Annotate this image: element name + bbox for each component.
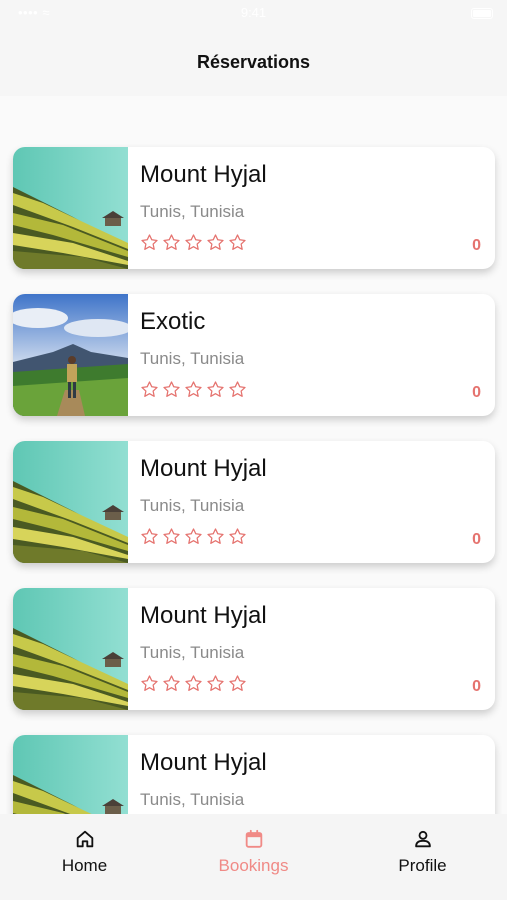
rating-count: 0 — [472, 384, 481, 401]
status-time: 9:41 — [240, 5, 267, 20]
star-icon[interactable] — [162, 233, 181, 252]
page-title: Réservations — [196, 51, 311, 72]
card-location: Tunis, Tunisia — [140, 643, 245, 662]
card-title: Mount Hyjal — [140, 161, 267, 188]
rating-stars[interactable] — [140, 527, 247, 546]
star-icon[interactable] — [206, 674, 225, 693]
rating-count: 0 — [472, 237, 481, 254]
rating-count: 0 — [472, 678, 481, 695]
home-icon — [76, 830, 93, 848]
star-icon[interactable] — [140, 674, 159, 693]
reservation-card[interactable]: Mount Hyjal Tunis, Tunisia 0 — [13, 441, 495, 563]
star-icon[interactable] — [162, 527, 181, 546]
person-icon — [414, 830, 431, 848]
hiker-mountain-image — [13, 294, 128, 416]
card-location: Tunis, Tunisia — [140, 496, 245, 515]
star-icon[interactable] — [206, 380, 225, 399]
rice-terraces-image — [13, 441, 128, 563]
star-icon[interactable] — [228, 527, 247, 546]
tab-label: Bookings — [218, 856, 289, 875]
card-location: Tunis, Tunisia — [140, 349, 245, 368]
reservation-card[interactable]: Mount Hyjal Tunis, Tunisia 0 — [13, 147, 495, 269]
reservation-card[interactable]: Mount Hyjal Tunis, Tunisia 0 — [13, 735, 495, 814]
tab-profile[interactable]: Profile — [338, 814, 507, 900]
star-icon[interactable] — [184, 527, 203, 546]
rice-terraces-image — [13, 588, 128, 710]
star-icon[interactable] — [184, 674, 203, 693]
rice-terraces-image — [13, 147, 128, 269]
card-title: Mount Hyjal — [140, 455, 267, 482]
star-icon[interactable] — [206, 233, 225, 252]
header: Réservations — [0, 28, 507, 96]
card-title: Mount Hyjal — [140, 749, 267, 776]
card-location: Tunis, Tunisia — [140, 202, 245, 221]
bottom-tab-bar: Home Bookings Profile — [0, 814, 507, 900]
reservation-card[interactable]: Mount Hyjal Tunis, Tunisia 0 — [13, 588, 495, 710]
star-icon[interactable] — [140, 233, 159, 252]
rating-stars[interactable] — [140, 380, 247, 399]
star-icon[interactable] — [140, 527, 159, 546]
reservation-card[interactable]: Exotic Tunis, Tunisia 0 — [13, 294, 495, 416]
tab-label: Home — [61, 856, 108, 875]
star-icon[interactable] — [162, 674, 181, 693]
star-icon[interactable] — [162, 380, 181, 399]
reservation-list[interactable]: Mount Hyjal Tunis, Tunisia 0 Exotic Tuni… — [0, 96, 507, 814]
star-icon[interactable] — [184, 233, 203, 252]
star-icon[interactable] — [140, 380, 159, 399]
card-title: Mount Hyjal — [140, 602, 267, 629]
rating-count: 0 — [472, 531, 481, 548]
status-bar: •••• ≈ 9:41 — [0, 0, 507, 28]
battery-icon — [471, 8, 493, 19]
star-icon[interactable] — [184, 380, 203, 399]
star-icon[interactable] — [228, 674, 247, 693]
tab-label: Profile — [398, 856, 447, 875]
rating-stars[interactable] — [140, 674, 247, 693]
star-icon[interactable] — [206, 527, 225, 546]
tab-home[interactable]: Home — [0, 814, 169, 900]
calendar-icon — [245, 829, 262, 848]
rating-stars[interactable] — [140, 233, 247, 252]
star-icon[interactable] — [228, 380, 247, 399]
card-location: Tunis, Tunisia — [140, 790, 245, 809]
tab-bookings[interactable]: Bookings — [169, 814, 338, 900]
rice-terraces-image — [13, 735, 128, 814]
star-icon[interactable] — [228, 233, 247, 252]
card-title: Exotic — [140, 308, 206, 335]
